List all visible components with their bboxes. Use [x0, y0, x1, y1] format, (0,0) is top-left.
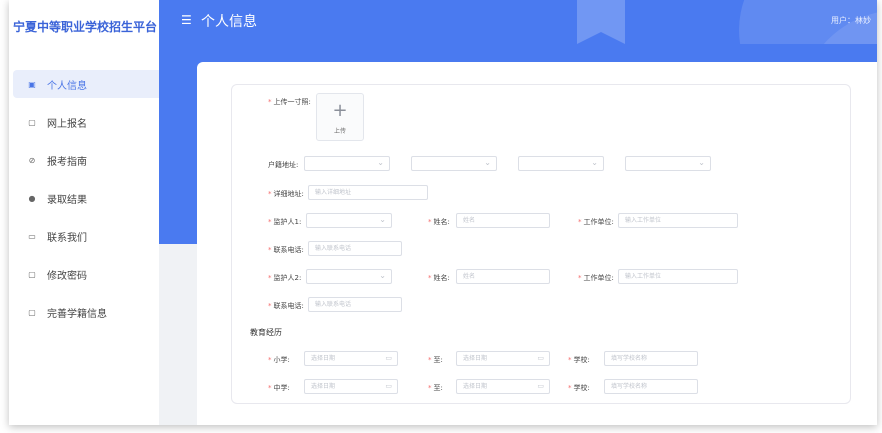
address-input[interactable]: 输入详细地址: [308, 185, 428, 200]
sidebar-item-online-registration[interactable]: ▢ 网上报名: [13, 108, 159, 136]
calendar-icon: ▭: [385, 382, 392, 390]
sidebar-item-profile[interactable]: ▣ 个人信息: [13, 70, 159, 98]
photo-upload[interactable]: + 上传: [316, 93, 364, 141]
sidebar-item-guide[interactable]: ⊘ 报考指南: [13, 146, 159, 174]
phone2-label: * 联系电话:: [268, 302, 304, 310]
photo-label: * 上传一寸照:: [268, 98, 311, 106]
brand-title: 宁夏中等职业学校招生平台: [13, 19, 158, 34]
sidebar-item-change-password[interactable]: ▢ 修改密码: [13, 260, 159, 288]
upload-text: 上传: [333, 128, 346, 135]
address-label: * 详细地址:: [268, 190, 304, 198]
town-select[interactable]: [625, 156, 711, 171]
guardian1-select[interactable]: [306, 213, 392, 228]
guardian2-work-input[interactable]: 输入工作单位: [618, 269, 738, 284]
school-label: * 学校:: [568, 384, 590, 392]
sidebar-item-label: 修改密码: [47, 270, 87, 282]
guardian1-work-input[interactable]: 输入工作单位: [618, 213, 738, 228]
user-info[interactable]: 用户：林妙: [831, 15, 871, 26]
city-select[interactable]: [411, 156, 497, 171]
phone2-input[interactable]: 输入联系电话: [308, 297, 402, 312]
phone1-input[interactable]: 输入联系电话: [308, 241, 402, 256]
middle-end-date[interactable]: 选择日期 ▭: [456, 379, 550, 394]
menu-toggle-icon[interactable]: ☰: [181, 13, 192, 27]
name-label: * 姓名:: [428, 274, 450, 282]
middle-school-input[interactable]: 填写学校名称: [604, 379, 698, 394]
app-window: 宁夏中等职业学校招生平台 ▣ 个人信息 ▢ 网上报名 ⊘ 报考指南 ● 录取结果…: [9, 0, 877, 425]
top-header: ☰ 个人信息 用户：林妙: [159, 0, 877, 44]
primary-school-label: * 小学:: [268, 356, 290, 364]
primary-end-date[interactable]: 选择日期 ▭: [456, 351, 550, 366]
bookmark-icon: [577, 0, 625, 44]
work-label: * 工作单位:: [578, 274, 614, 282]
school-label: * 学校:: [568, 356, 590, 364]
middle-school-label: * 中学:: [268, 384, 290, 392]
to-label: * 至:: [428, 384, 443, 392]
document-icon: ▢: [28, 117, 36, 127]
sidebar-item-results[interactable]: ● 录取结果: [13, 184, 159, 212]
person-icon: ●: [28, 193, 36, 203]
name-label: * 姓名:: [428, 218, 450, 226]
district-select[interactable]: [518, 156, 604, 171]
middle-start-date[interactable]: 选择日期 ▭: [304, 379, 398, 394]
folder-icon: ▭: [28, 231, 36, 241]
guardian2-name-input[interactable]: 姓名: [456, 269, 550, 284]
sidebar-item-label: 个人信息: [47, 80, 87, 92]
personal-info-form: *上传一寸照: + 上传 户籍地址: *详细地址: 输入详细地址 *监护人1: …: [231, 84, 851, 404]
sidebar-menu: ▣ 个人信息 ▢ 网上报名 ⊘ 报考指南 ● 录取结果 ▭ 联系我们 ▢ 修改密…: [9, 70, 159, 326]
guardian2-label: * 监护人2:: [268, 274, 302, 282]
guardian2-select[interactable]: [306, 269, 392, 284]
primary-start-date[interactable]: 选择日期 ▭: [304, 351, 398, 366]
plus-icon: +: [332, 100, 348, 121]
primary-school-input[interactable]: 填写学校名称: [604, 351, 698, 366]
work-label: * 工作单位:: [578, 218, 614, 226]
phone1-label: * 联系电话:: [268, 246, 304, 254]
education-section-title: 教育经历: [250, 328, 282, 337]
profile-icon: ▣: [28, 79, 36, 89]
sidebar: 宁夏中等职业学校招生平台 ▣ 个人信息 ▢ 网上报名 ⊘ 报考指南 ● 录取结果…: [9, 0, 159, 425]
compass-icon: ⊘: [28, 155, 36, 165]
sidebar-item-contact[interactable]: ▭ 联系我们: [13, 222, 159, 250]
sidebar-item-label: 报考指南: [47, 156, 87, 168]
calendar-icon: ▭: [537, 382, 544, 390]
calendar-icon: ▭: [385, 354, 392, 362]
sidebar-item-student-info[interactable]: ▢ 完善学籍信息: [13, 298, 159, 326]
guardian1-label: * 监护人1:: [268, 218, 302, 226]
sidebar-item-label: 录取结果: [47, 194, 87, 206]
calendar-icon: ▭: [537, 354, 544, 362]
page-title: 个人信息: [201, 14, 257, 30]
to-label: * 至:: [428, 356, 443, 364]
sidebar-item-label: 联系我们: [47, 232, 87, 244]
document-icon: ▢: [28, 307, 36, 317]
sidebar-item-label: 网上报名: [47, 118, 87, 130]
guardian1-name-input[interactable]: 姓名: [456, 213, 550, 228]
province-select[interactable]: [304, 156, 390, 171]
document-icon: ▢: [28, 269, 36, 279]
household-label: 户籍地址:: [268, 161, 299, 169]
sidebar-item-label: 完善学籍信息: [47, 308, 107, 320]
